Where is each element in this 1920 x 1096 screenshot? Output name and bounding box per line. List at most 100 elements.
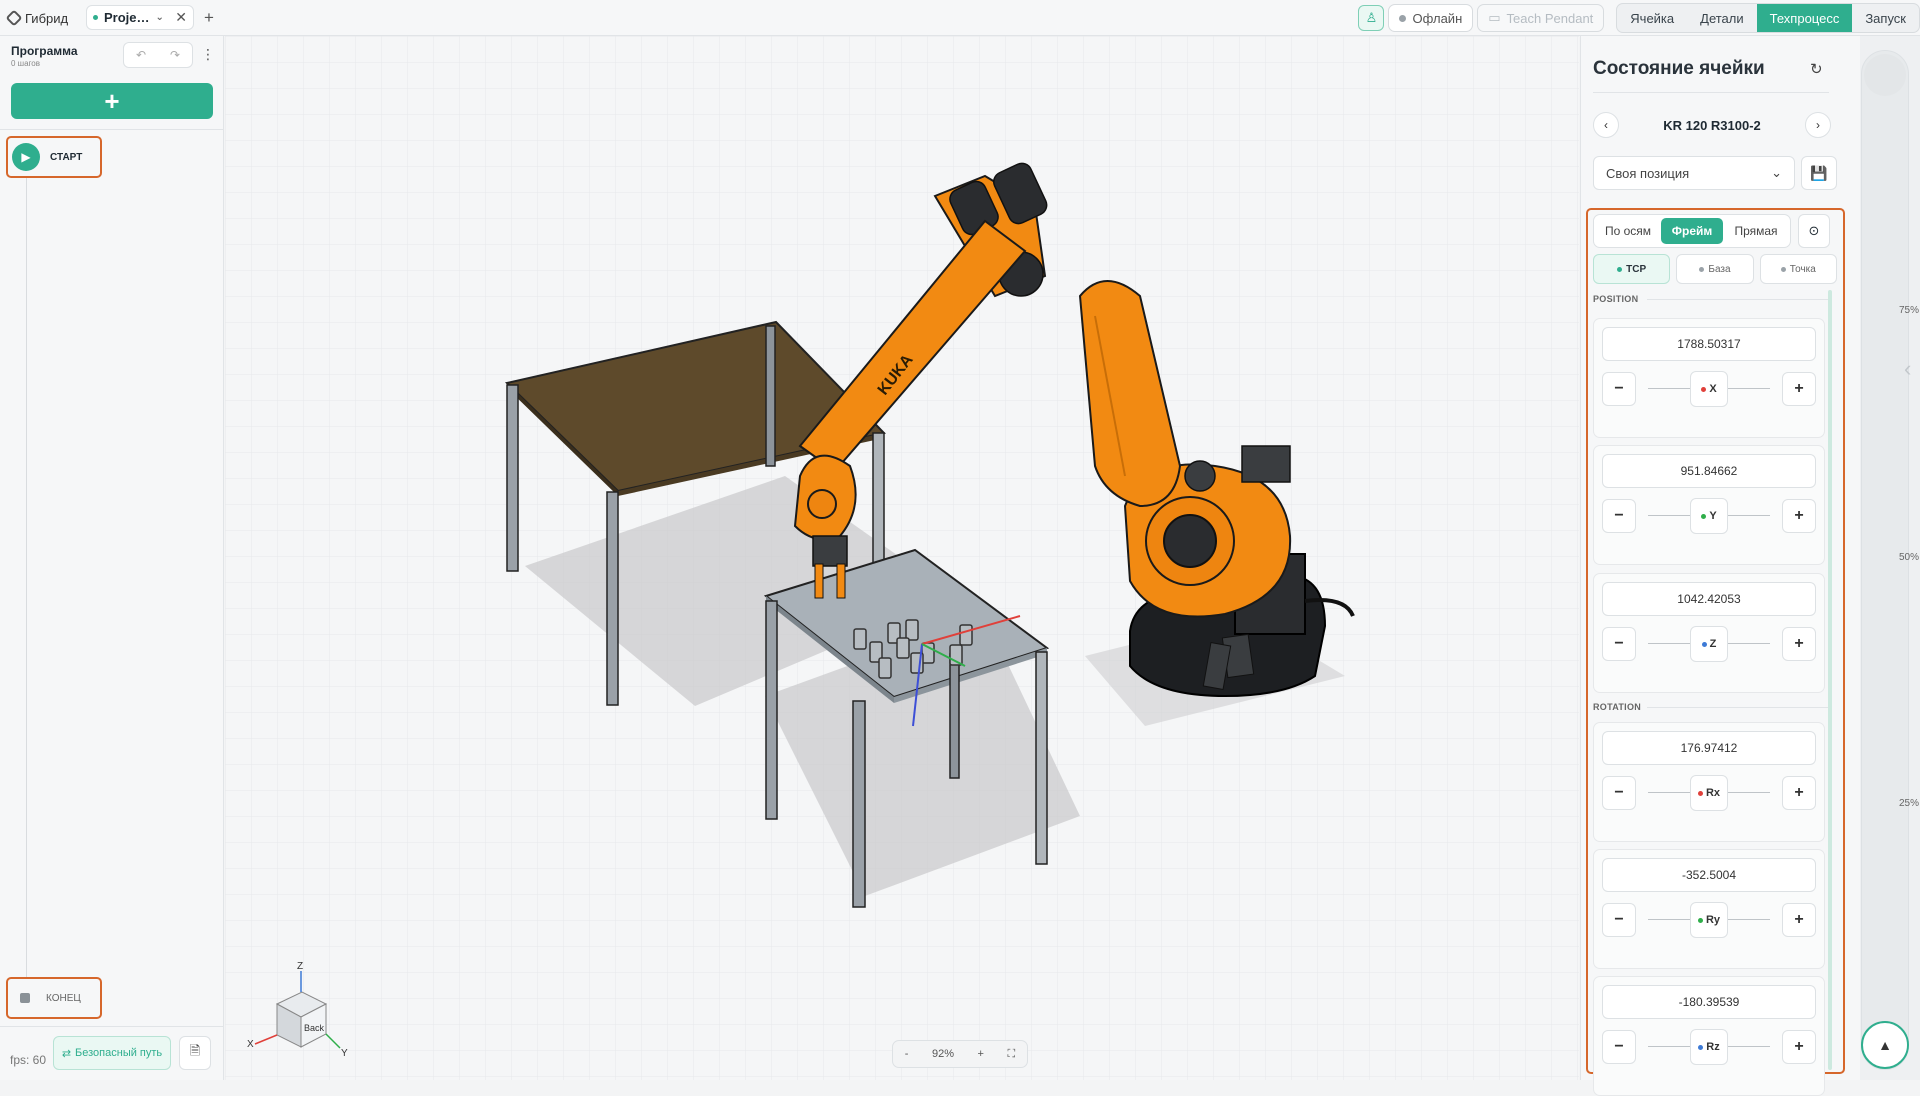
axis-card-x: 1788.50317 − X + — [1593, 318, 1825, 438]
teach-pendant-button[interactable]: ▭ Teach Pendant — [1477, 4, 1605, 32]
nav-tab-run[interactable]: Запуск — [1852, 4, 1919, 32]
increment-button[interactable]: + — [1782, 1030, 1816, 1064]
redo-icon[interactable]: ↷ — [170, 48, 180, 62]
axis-name: Z — [1709, 638, 1717, 650]
axis-value-field[interactable]: 1042.42053 — [1602, 582, 1816, 616]
refresh-icon[interactable]: ↻ — [1810, 60, 1823, 78]
jog-track[interactable]: Y — [1644, 498, 1774, 534]
robot-icon[interactable]: ♙ — [1358, 5, 1385, 31]
add-tab-icon[interactable]: + — [204, 8, 214, 28]
decrement-button[interactable]: − — [1602, 627, 1636, 661]
program-timeline — [26, 176, 27, 991]
viewport-3d[interactable]: KUKA Back X Z Y — [225, 36, 1579, 1080]
jog-track[interactable]: X — [1644, 371, 1774, 407]
axis-value-field[interactable]: 1788.50317 — [1602, 327, 1816, 361]
axis-jog-controls: − Y + — [1602, 498, 1816, 534]
connection-status[interactable]: Офлайн — [1388, 4, 1474, 32]
start-node[interactable]: ▶ СТАРТ — [6, 136, 102, 178]
rotation-section-label: ROTATION — [1593, 702, 1642, 712]
axis-color-dot — [1697, 790, 1703, 796]
jog-handle[interactable]: Y — [1690, 498, 1728, 534]
jog-handle[interactable]: Rx — [1690, 775, 1728, 811]
scene-canvas[interactable]: KUKA Back X Z Y — [225, 36, 1579, 1080]
divider — [1647, 299, 1829, 300]
axis-value-field[interactable]: -352.5004 — [1602, 858, 1816, 892]
tab-linear[interactable]: Прямая — [1725, 218, 1787, 244]
jog-track[interactable]: Rz — [1644, 1029, 1774, 1065]
play-icon[interactable]: ▶ — [12, 143, 40, 171]
axis-jog-controls: − Ry + — [1602, 902, 1816, 938]
position-select[interactable]: Своя позиция ⌄ — [1593, 156, 1795, 190]
path-icon: ⇄ — [61, 1047, 72, 1060]
zoom-in-button[interactable]: + — [978, 1048, 984, 1060]
undo-icon[interactable]: ↶ — [136, 48, 146, 62]
axis-jog-controls: − Rz + — [1602, 1029, 1816, 1065]
chevron-left-icon[interactable]: ‹ — [1904, 356, 1911, 382]
nav-tab-parts[interactable]: Детали — [1687, 4, 1757, 32]
divider — [0, 129, 224, 130]
fullscreen-icon[interactable]: ⛶ — [1008, 1048, 1016, 1061]
nav-tab-process[interactable]: Техпроцесс — [1756, 4, 1853, 32]
ref-tcp-label: TCP — [1626, 263, 1647, 275]
increment-button[interactable]: + — [1782, 499, 1816, 533]
document-icon[interactable]: 🗎 — [179, 1036, 211, 1070]
robot-selector: ‹ KR 120 R3100-2 › — [1593, 108, 1831, 142]
project-tab[interactable]: Proje… ⌄ ✕ — [86, 5, 194, 30]
save-icon[interactable]: 💾 — [1801, 156, 1837, 190]
jog-handle[interactable]: X — [1690, 371, 1728, 407]
increment-button[interactable]: + — [1782, 627, 1816, 661]
mode-tabs: По осям Фрейм Прямая — [1593, 214, 1791, 248]
robot-name: KR 120 R3100-2 — [1663, 117, 1761, 133]
jog-track[interactable]: Z — [1644, 626, 1774, 662]
axis-name: Ry — [1705, 914, 1721, 926]
axis-name: Rz — [1706, 1041, 1720, 1053]
end-node[interactable]: КОНЕЦ — [6, 977, 102, 1019]
ref-tcp[interactable]: TCP — [1593, 254, 1671, 284]
jog-handle[interactable]: Ry — [1690, 902, 1728, 938]
jog-track[interactable]: Rx — [1644, 775, 1774, 811]
axis-value-field[interactable]: -180.39539 — [1602, 985, 1816, 1019]
decrement-button[interactable]: − — [1602, 372, 1636, 406]
ref-dot — [1617, 266, 1623, 272]
target-icon[interactable]: ⊙ — [1798, 214, 1830, 248]
decrement-button[interactable]: − — [1602, 903, 1636, 937]
axis-y-label: Y — [341, 1048, 348, 1059]
stop-icon — [20, 993, 30, 1003]
increment-button[interactable]: + — [1782, 903, 1816, 937]
speed-tick-50: 50% — [1899, 552, 1920, 563]
jog-track[interactable]: Ry — [1644, 902, 1774, 938]
ref-point[interactable]: Точка — [1759, 254, 1837, 284]
add-step-button[interactable]: + — [11, 83, 213, 119]
close-icon[interactable]: ✕ — [175, 9, 187, 26]
speed-slider-handle[interactable] — [1864, 54, 1906, 96]
chevron-right-icon[interactable]: › — [1805, 112, 1831, 138]
increment-button[interactable]: + — [1782, 372, 1816, 406]
decrement-button[interactable]: − — [1602, 776, 1636, 810]
fps-counter: fps: 60 — [10, 1053, 47, 1067]
axis-card-rx: 176.97412 − Rx + — [1593, 722, 1825, 842]
more-vertical-icon[interactable]: ⋮ — [201, 46, 215, 63]
project-tab-label: Proje… — [104, 10, 150, 25]
collapse-up-icon[interactable]: ▲ — [1861, 1021, 1909, 1069]
axis-value-field[interactable]: 176.97412 — [1602, 731, 1816, 765]
axis-card-y: 951.84662 − Y + — [1593, 445, 1825, 565]
axis-value-field[interactable]: 951.84662 — [1602, 454, 1816, 488]
app-logo[interactable]: Гибрид — [5, 9, 68, 27]
position-section-label: POSITION — [1593, 294, 1639, 304]
safe-path-button[interactable]: ⇄ Безопасный путь — [53, 1036, 171, 1070]
chevron-down-icon[interactable]: ⌄ — [156, 12, 164, 23]
decrement-button[interactable]: − — [1602, 499, 1636, 533]
decrement-button[interactable]: − — [1602, 1030, 1636, 1064]
tab-axes[interactable]: По осям — [1597, 218, 1659, 244]
nav-tab-cell[interactable]: Ячейка — [1617, 4, 1687, 32]
chevron-left-icon[interactable]: ‹ — [1593, 112, 1619, 138]
panel-scrollbar[interactable] — [1828, 290, 1832, 1070]
jog-handle[interactable]: Z — [1690, 626, 1728, 662]
ref-base[interactable]: База — [1676, 254, 1754, 284]
zoom-control: - 92% + ⛶ — [892, 1040, 1028, 1068]
jog-handle[interactable]: Rz — [1690, 1029, 1728, 1065]
zoom-out-button[interactable]: - — [905, 1048, 909, 1060]
tab-frame[interactable]: Фрейм — [1661, 218, 1723, 244]
increment-button[interactable]: + — [1782, 776, 1816, 810]
axis-color-dot — [1701, 641, 1707, 647]
